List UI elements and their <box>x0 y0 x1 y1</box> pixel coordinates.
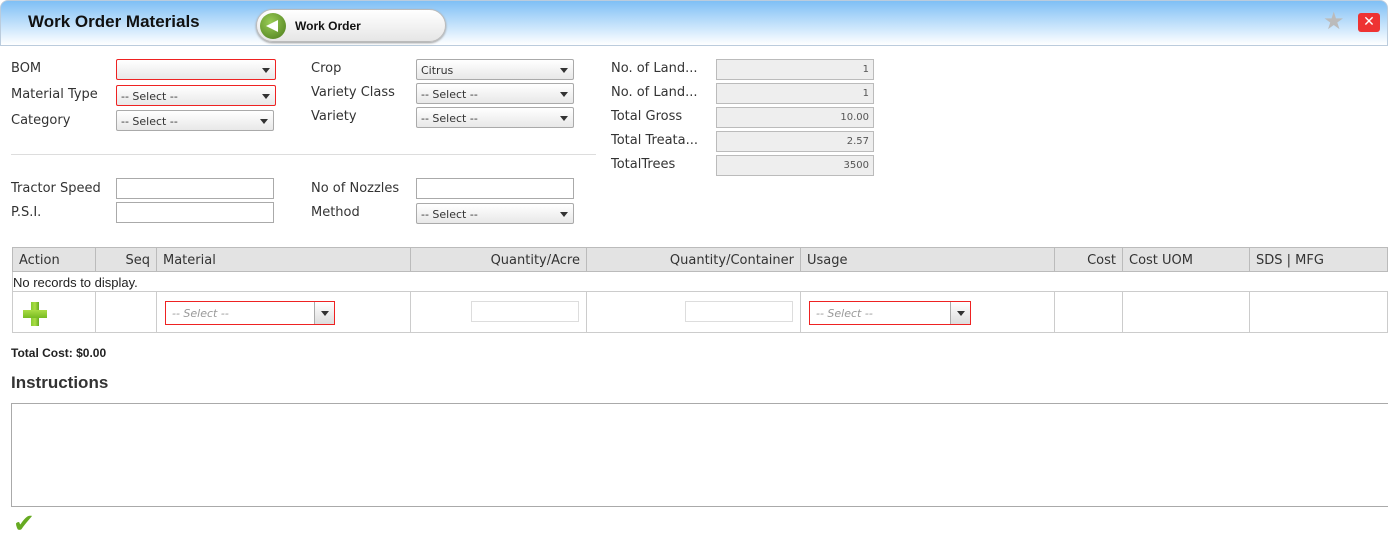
cost-uom-cell <box>1122 291 1250 333</box>
total-treated-label: Total Treata... <box>611 133 699 148</box>
quantity-container-input[interactable] <box>685 301 793 322</box>
save-checkmark-icon[interactable]: ✔ <box>13 509 35 539</box>
add-plus-icon[interactable] <box>23 302 47 326</box>
method-label: Method <box>311 205 360 220</box>
title-bar <box>0 0 1388 46</box>
variety-class-label: Variety Class <box>311 85 395 100</box>
land1-label: No. of Land... <box>611 61 698 76</box>
cost-cell <box>1054 291 1123 333</box>
col-action[interactable]: Action <box>12 247 96 272</box>
usage-cell: -- Select -- <box>800 291 1055 333</box>
material-type-select[interactable]: -- Select -- <box>116 85 276 106</box>
col-usage[interactable]: Usage <box>800 247 1055 272</box>
total-gross-value: 10.00 <box>716 107 874 128</box>
col-material[interactable]: Material <box>156 247 411 272</box>
psi-input[interactable] <box>116 202 274 223</box>
material-placeholder: -- Select -- <box>172 307 229 320</box>
category-select[interactable]: -- Select -- <box>116 110 274 131</box>
page-title: Work Order Materials <box>28 12 200 31</box>
divider <box>11 154 596 155</box>
close-icon[interactable]: ✕ <box>1358 13 1380 32</box>
col-seq[interactable]: Seq <box>95 247 157 272</box>
total-gross-label: Total Gross <box>611 109 683 124</box>
usage-placeholder: -- Select -- <box>816 307 873 320</box>
material-cell: -- Select -- <box>156 291 411 333</box>
back-to-work-order-button[interactable]: Work Order <box>256 9 446 42</box>
land2-label: No. of Land... <box>611 85 698 100</box>
qty-container-cell <box>586 291 801 333</box>
land2-value: 1 <box>716 83 874 104</box>
material-select[interactable]: -- Select -- <box>165 301 335 325</box>
back-arrow-icon <box>260 13 286 39</box>
crop-label: Crop <box>311 61 342 76</box>
instructions-textarea[interactable] <box>11 403 1388 507</box>
favorite-star-icon[interactable]: ★ <box>1323 9 1345 33</box>
total-trees-value: 3500 <box>716 155 874 176</box>
nozzles-label: No of Nozzles <box>311 181 400 196</box>
quantity-acre-input[interactable] <box>471 301 579 322</box>
chevron-down-icon[interactable] <box>314 302 334 324</box>
col-cost-uom[interactable]: Cost UOM <box>1122 247 1250 272</box>
total-cost: Total Cost: $0.00 <box>11 346 107 360</box>
method-select[interactable]: -- Select -- <box>416 203 574 224</box>
seq-cell <box>95 291 157 333</box>
variety-select[interactable]: -- Select -- <box>416 107 574 128</box>
crop-select[interactable]: Citrus <box>416 59 574 80</box>
usage-select[interactable]: -- Select -- <box>809 301 971 325</box>
back-label: Work Order <box>295 19 361 33</box>
instructions-label: Instructions <box>11 373 109 392</box>
qty-acre-cell <box>410 291 587 333</box>
col-quantity-container[interactable]: Quantity/Container <box>586 247 801 272</box>
sds-mfg-cell <box>1249 291 1388 333</box>
no-records-text: No records to display. <box>12 272 1388 292</box>
variety-class-select[interactable]: -- Select -- <box>416 83 574 104</box>
col-sds-mfg[interactable]: SDS | MFG <box>1249 247 1388 272</box>
bom-select[interactable] <box>116 59 276 80</box>
action-cell <box>12 291 96 333</box>
total-trees-label: TotalTrees <box>611 157 676 172</box>
col-quantity-acre[interactable]: Quantity/Acre <box>410 247 587 272</box>
bom-label: BOM <box>11 61 42 76</box>
tractor-speed-label: Tractor Speed <box>11 181 101 196</box>
variety-label: Variety <box>311 109 357 124</box>
material-type-label: Material Type <box>11 87 98 102</box>
col-cost[interactable]: Cost <box>1054 247 1123 272</box>
total-treated-value: 2.57 <box>716 131 874 152</box>
chevron-down-icon[interactable] <box>950 302 970 324</box>
psi-label: P.S.I. <box>11 205 42 220</box>
nozzles-input[interactable] <box>416 178 574 199</box>
land1-value: 1 <box>716 59 874 80</box>
category-label: Category <box>11 113 71 128</box>
tractor-speed-input[interactable] <box>116 178 274 199</box>
